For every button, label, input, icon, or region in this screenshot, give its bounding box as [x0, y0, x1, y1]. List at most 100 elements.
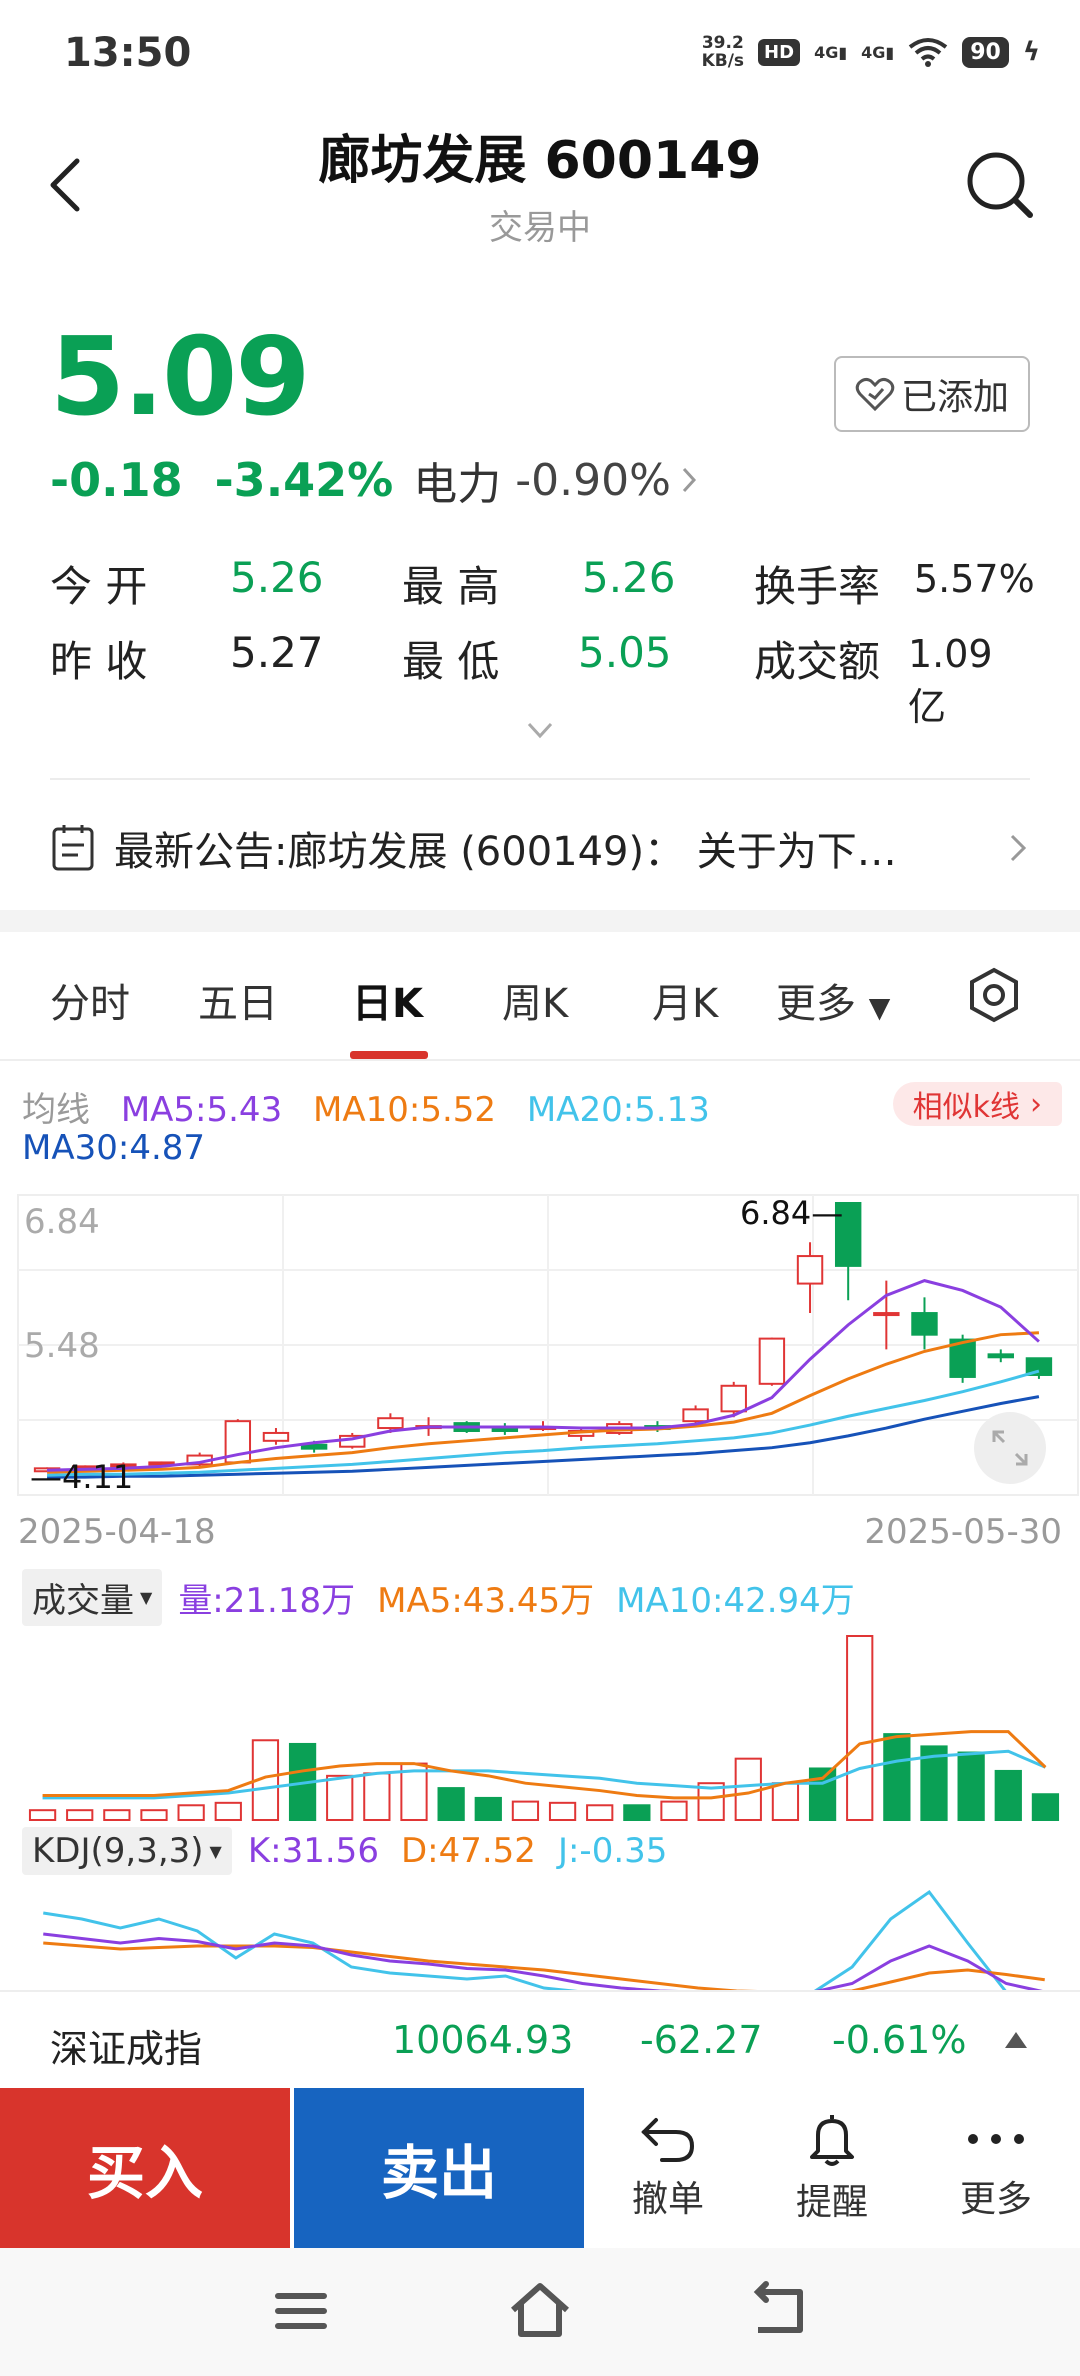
volume-bar	[326, 1774, 354, 1821]
volume-bar	[994, 1769, 1022, 1821]
expand-chevron-icon[interactable]	[525, 720, 555, 742]
ma5-label: MA5:5.43	[120, 1090, 283, 1130]
prev-close-label: 昨 收	[50, 637, 148, 686]
volume-bar	[214, 1801, 242, 1821]
date-start: 2025-04-18	[18, 1512, 216, 1552]
volume-bar	[177, 1804, 205, 1821]
buy-button[interactable]: 买入	[0, 2088, 290, 2248]
active-tab-indicator	[350, 1051, 428, 1059]
chevron-right-icon: ›	[1030, 1086, 1042, 1122]
page-title: 廊坊发展 600149	[318, 131, 762, 191]
stats-row-1: 今 开 5.26 最 高 5.26 换手率 5.57%	[50, 553, 1035, 613]
low-label: 最 低	[402, 637, 500, 686]
volume-bar	[660, 1800, 688, 1822]
tab-five-day[interactable]: 五日	[198, 971, 278, 1029]
alert-button[interactable]: 提醒	[752, 2088, 912, 2248]
kdj-selector[interactable]: KDJ(9,3,3) ▼	[22, 1827, 232, 1875]
ma30-label: MA30:4.87	[22, 1128, 206, 1168]
tab-weekly-k[interactable]: 周K	[502, 971, 568, 1029]
fullscreen-button[interactable]	[974, 1412, 1046, 1484]
volume-bar	[586, 1804, 614, 1821]
action-bar: 买入 卖出 撤单 提醒 更多	[0, 2088, 1080, 2248]
price-axis-high: 6.84	[24, 1202, 100, 1242]
index-name: 深证成指	[50, 2027, 203, 2071]
kline-chart[interactable]	[17, 1194, 1079, 1496]
max-price-marker: 6.84—	[740, 1194, 844, 1232]
back-icon[interactable]	[744, 2276, 814, 2346]
home-icon[interactable]	[505, 2276, 575, 2346]
stats-row-2: 昨 收 5.27 最 低 5.05 成交额 1.09亿	[50, 628, 1030, 729]
volume-legend: 成交量 ▼ 量:21.18万 MA5:43.45万 MA10:42.94万	[22, 1568, 1062, 1626]
tab-monthly-k[interactable]: 月K	[652, 971, 718, 1029]
tab-more[interactable]: 更多 ▼	[776, 971, 890, 1029]
divider	[50, 778, 1030, 780]
signal-icon-sim1: 4G▮	[814, 42, 848, 62]
expand-up-icon[interactable]	[1003, 2030, 1029, 2050]
kdj-j: J:-0.35	[557, 1831, 668, 1871]
dropdown-caret-icon: ▼	[140, 1587, 153, 1607]
volume-bar	[957, 1751, 985, 1821]
high-value: 5.26	[582, 553, 676, 602]
sector-link[interactable]: 电力 -0.90%	[413, 448, 699, 512]
expand-arrows-icon	[992, 1430, 1028, 1466]
sector-name: 电力	[413, 459, 502, 510]
more-dots-icon	[968, 2134, 1024, 2144]
open-label: 今 开	[50, 562, 148, 611]
volume-selector[interactable]: 成交量 ▼	[22, 1568, 163, 1626]
candle-body	[377, 1417, 404, 1430]
watchlist-added-button[interactable]: 已添加	[834, 356, 1030, 432]
section-separator	[0, 910, 1080, 932]
index-value: 10064.93	[392, 2018, 574, 2062]
status-icons: 39.2 KB/s HD 4G▮ 4G▮ 90 ϟ	[702, 34, 1040, 70]
min-price-marker: —4.11	[30, 1458, 134, 1496]
status-bar: 13:50 39.2 KB/s HD 4G▮ 4G▮ 90 ϟ	[0, 0, 1080, 110]
volume-bar	[623, 1804, 651, 1821]
announcement-text: 最新公告:廊坊发展 (600149)： 关于为下…	[114, 829, 897, 875]
kdj-d: D:47.52	[400, 1831, 536, 1871]
dropdown-caret-icon: ▼	[209, 1841, 222, 1861]
announcement-row[interactable]: 最新公告:廊坊发展 (600149)： 关于为下…	[50, 800, 1030, 896]
candle-body	[682, 1408, 709, 1423]
volume-bar	[103, 1809, 131, 1821]
volume-bar	[808, 1767, 837, 1821]
settings-hexagon-icon[interactable]	[964, 965, 1024, 1025]
search-button[interactable]	[960, 145, 1040, 225]
status-time: 13:50	[64, 30, 192, 76]
similar-k-button[interactable]: 相似k线 ›	[892, 1082, 1062, 1126]
sell-button[interactable]: 卖出	[294, 2088, 584, 2248]
turnover-label: 换手率	[754, 562, 881, 611]
volume-bar	[883, 1733, 911, 1821]
candle-body	[262, 1431, 290, 1442]
period-tabs: 分时 五日 日K 周K 月K 更多 ▼	[0, 935, 1080, 1061]
open-value: 5.26	[230, 553, 324, 602]
heart-icon	[855, 377, 895, 412]
volume-bar	[548, 1801, 577, 1821]
low-value: 5.05	[578, 628, 672, 677]
tab-intraday[interactable]: 分时	[50, 971, 130, 1029]
volume-bar	[1031, 1793, 1060, 1822]
prev-close-value: 5.27	[230, 628, 324, 677]
index-change-pct: -0.61%	[832, 2018, 967, 2062]
tab-daily-k[interactable]: 日K	[352, 971, 423, 1029]
price-change: -0.18	[50, 453, 183, 507]
kdj-k: K:31.56	[247, 1831, 379, 1871]
candle-body	[720, 1384, 747, 1413]
volume-bar	[363, 1772, 391, 1822]
document-icon	[52, 825, 94, 871]
candle-body	[987, 1353, 1014, 1359]
index-ticker-bar[interactable]: 深证成指 10064.93 -62.27 -0.61%	[0, 1990, 1080, 2088]
signal-icon-sim2: 4G▮	[861, 42, 895, 62]
more-button[interactable]: 更多	[916, 2088, 1076, 2248]
candle-body	[758, 1337, 786, 1385]
date-end: 2025-05-30	[864, 1512, 1062, 1552]
chevron-right-icon	[1010, 834, 1027, 862]
menu-icon[interactable]	[266, 2276, 336, 2346]
volume-bar	[28, 1809, 57, 1821]
amount-value: 1.09亿	[908, 632, 993, 729]
wifi-icon	[908, 38, 948, 67]
amount-label: 成交额	[754, 637, 881, 686]
charging-icon: ϟ	[1022, 37, 1040, 67]
ma20-label: MA20:5.13	[526, 1090, 710, 1130]
undo-icon	[641, 2118, 695, 2162]
cancel-order-button[interactable]: 撤单	[588, 2088, 748, 2248]
